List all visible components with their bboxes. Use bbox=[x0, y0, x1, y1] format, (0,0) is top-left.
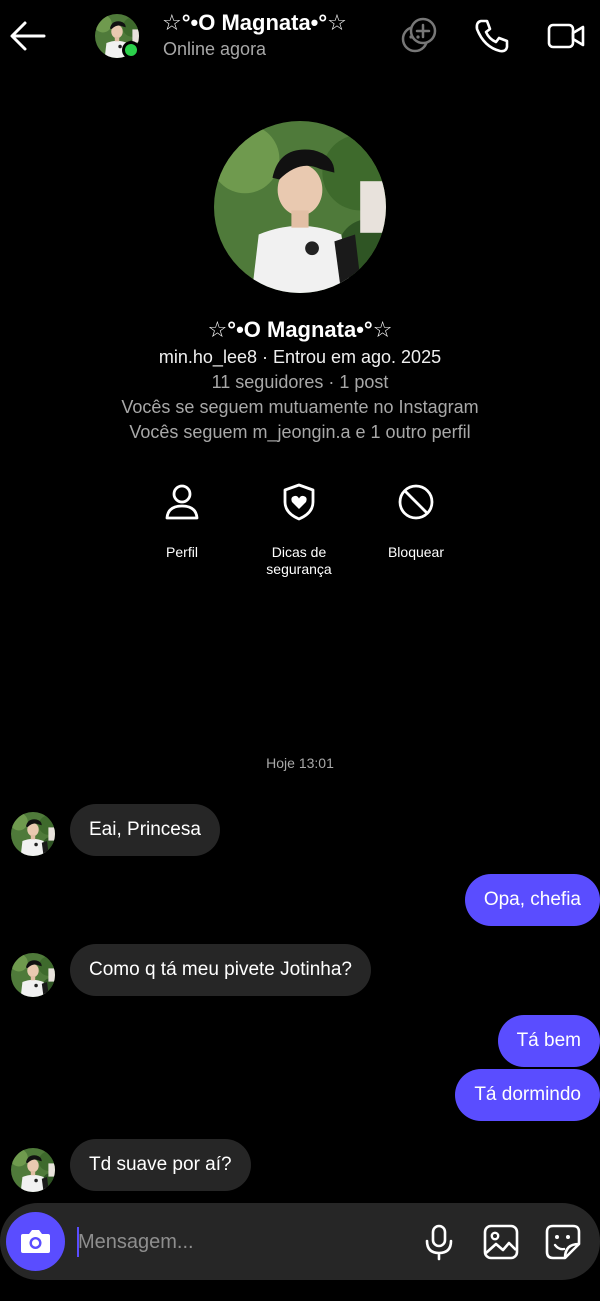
profile-button-label: Perfil bbox=[166, 544, 198, 560]
sender-avatar[interactable] bbox=[11, 1148, 55, 1192]
video-camera-icon[interactable] bbox=[546, 16, 586, 56]
phone-icon[interactable] bbox=[472, 16, 512, 56]
contact-name[interactable]: ☆°•O Magnata•°☆ bbox=[162, 10, 347, 36]
camera-button[interactable] bbox=[6, 1212, 65, 1271]
profile-name: ☆°•O Magnata•°☆ bbox=[207, 317, 393, 342]
sender-avatar[interactable] bbox=[11, 953, 55, 997]
outgoing-message[interactable]: Tá dormindo bbox=[455, 1069, 600, 1121]
microphone-icon[interactable] bbox=[419, 1222, 459, 1262]
profile-photo[interactable] bbox=[214, 121, 386, 293]
online-status: Online agora bbox=[163, 39, 267, 59]
incoming-message[interactable]: Td suave por aí? bbox=[70, 1139, 251, 1191]
outgoing-message[interactable]: Tá bem bbox=[497, 1015, 600, 1067]
block-icon bbox=[398, 484, 434, 520]
sender-avatar[interactable] bbox=[11, 812, 55, 856]
outgoing-message[interactable]: Opa, chefia bbox=[464, 874, 600, 926]
safety-tips-label: Dicas de segurança bbox=[266, 544, 332, 577]
chat-header: ☆°•O Magnata•°☆ Online agora bbox=[0, 0, 600, 76]
mutual-friends-text: Vocês seguem m_jeongin.a e 1 outro perfi… bbox=[129, 422, 471, 442]
online-indicator bbox=[122, 41, 140, 59]
person-icon bbox=[165, 484, 199, 520]
safety-tips-button[interactable]: Dicas de segurança bbox=[244, 480, 354, 578]
incoming-message[interactable]: Eai, Princesa bbox=[70, 804, 220, 856]
shield-heart-icon bbox=[283, 483, 315, 521]
camera-icon bbox=[21, 1230, 50, 1253]
profile-stats: 11 seguidores · 1 post bbox=[211, 372, 389, 392]
back-arrow-icon[interactable] bbox=[8, 18, 48, 54]
mutual-follow-text: Vocês se seguem mutuamente no Instagram bbox=[121, 397, 479, 417]
chat-timestamp: Hoje 13:01 bbox=[266, 755, 334, 771]
gallery-icon[interactable] bbox=[481, 1222, 521, 1262]
block-label: Bloquear bbox=[387, 544, 445, 560]
add-effects-icon[interactable] bbox=[399, 16, 439, 56]
sticker-icon[interactable] bbox=[543, 1222, 583, 1262]
message-input[interactable] bbox=[78, 1225, 378, 1259]
profile-button[interactable]: Perfil bbox=[127, 480, 237, 561]
incoming-message[interactable]: Como q tá meu pivete Jotinha? bbox=[70, 944, 371, 996]
block-button[interactable]: Bloquear bbox=[361, 480, 471, 561]
profile-username-line: min.ho_lee8 · Entrou em ago. 2025 bbox=[158, 347, 442, 367]
message-composer bbox=[0, 1203, 600, 1280]
